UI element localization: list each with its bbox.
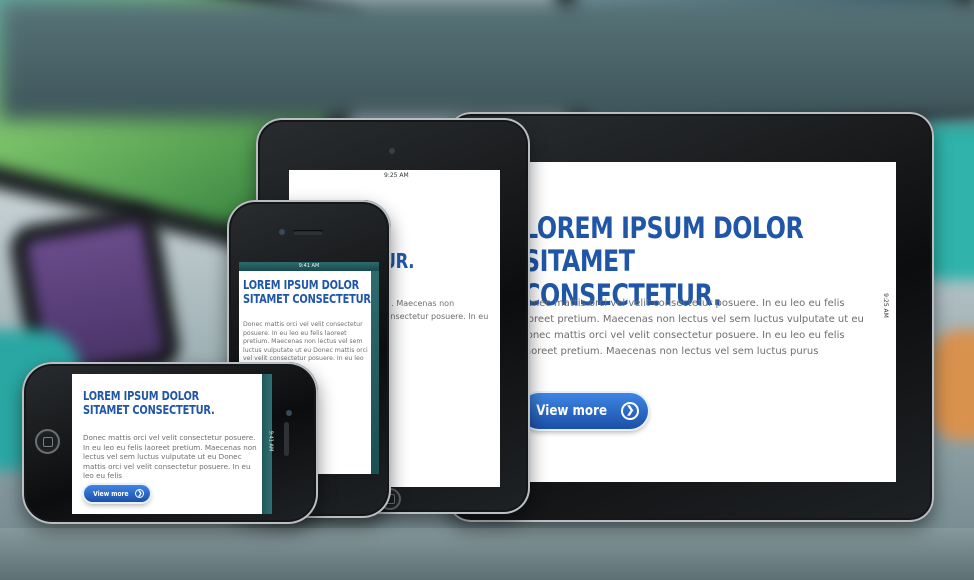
status-time: 9:41 AM <box>298 263 320 269</box>
background-floor <box>0 0 974 120</box>
speaker-grille <box>284 422 289 456</box>
headline-line-2: sitamet consectetur. <box>243 291 375 306</box>
headline-line-2: sitamet consectetur. <box>83 402 215 417</box>
tablet-landscape-screen: Lorem ipsum dolor sitamet consectetur. D… <box>499 162 896 482</box>
camera-icon <box>286 410 292 416</box>
speaker-grille <box>293 230 323 235</box>
body-text: Donec mattis orci vel velit consectetur … <box>519 298 864 357</box>
phone-landscape-device: Lorem ipsum dolor sitamet consectetur. D… <box>22 362 318 524</box>
body-text: Donec mattis orci vel velit consectetur … <box>83 433 257 481</box>
camera-icon <box>279 229 285 235</box>
body-text: Donec mattis orci vel velit consectetur … <box>243 321 368 363</box>
headline-line-1: Lorem ipsum dolor <box>83 389 200 403</box>
chevron-right-circle-icon: ❯ <box>621 402 640 420</box>
status-bar: 9:41 AM <box>239 262 379 271</box>
home-button[interactable] <box>35 429 60 454</box>
headline: Lorem ipsum dolor sitamet consectetur. <box>243 278 379 307</box>
status-time: 9:41 AM <box>267 430 274 452</box>
chevron-right-circle-icon: ❯ <box>135 489 145 498</box>
headline-line-1: Lorem ipsum dolor sitamet <box>523 211 804 279</box>
headline-line-1: Lorem ipsum dolor <box>243 278 360 292</box>
view-more-button[interactable]: View more ❯ <box>84 485 150 502</box>
headline: Lorem ipsum dolor sitamet consectetur. <box>83 389 247 418</box>
status-bar: 9:41 AM <box>262 374 274 514</box>
camera-icon <box>389 148 395 154</box>
status-time: 9:25 AM <box>384 172 409 179</box>
status-time: 9:25 AM <box>882 293 890 318</box>
view-more-label: View more <box>536 403 607 419</box>
floor-reflection <box>0 528 974 580</box>
side-panel <box>371 271 379 474</box>
view-more-button[interactable]: View more ❯ <box>521 393 648 429</box>
view-more-label: View more <box>92 489 129 498</box>
background-orange-shape <box>930 330 974 440</box>
phone-landscape-screen: Lorem ipsum dolor sitamet consectetur. D… <box>72 374 262 514</box>
